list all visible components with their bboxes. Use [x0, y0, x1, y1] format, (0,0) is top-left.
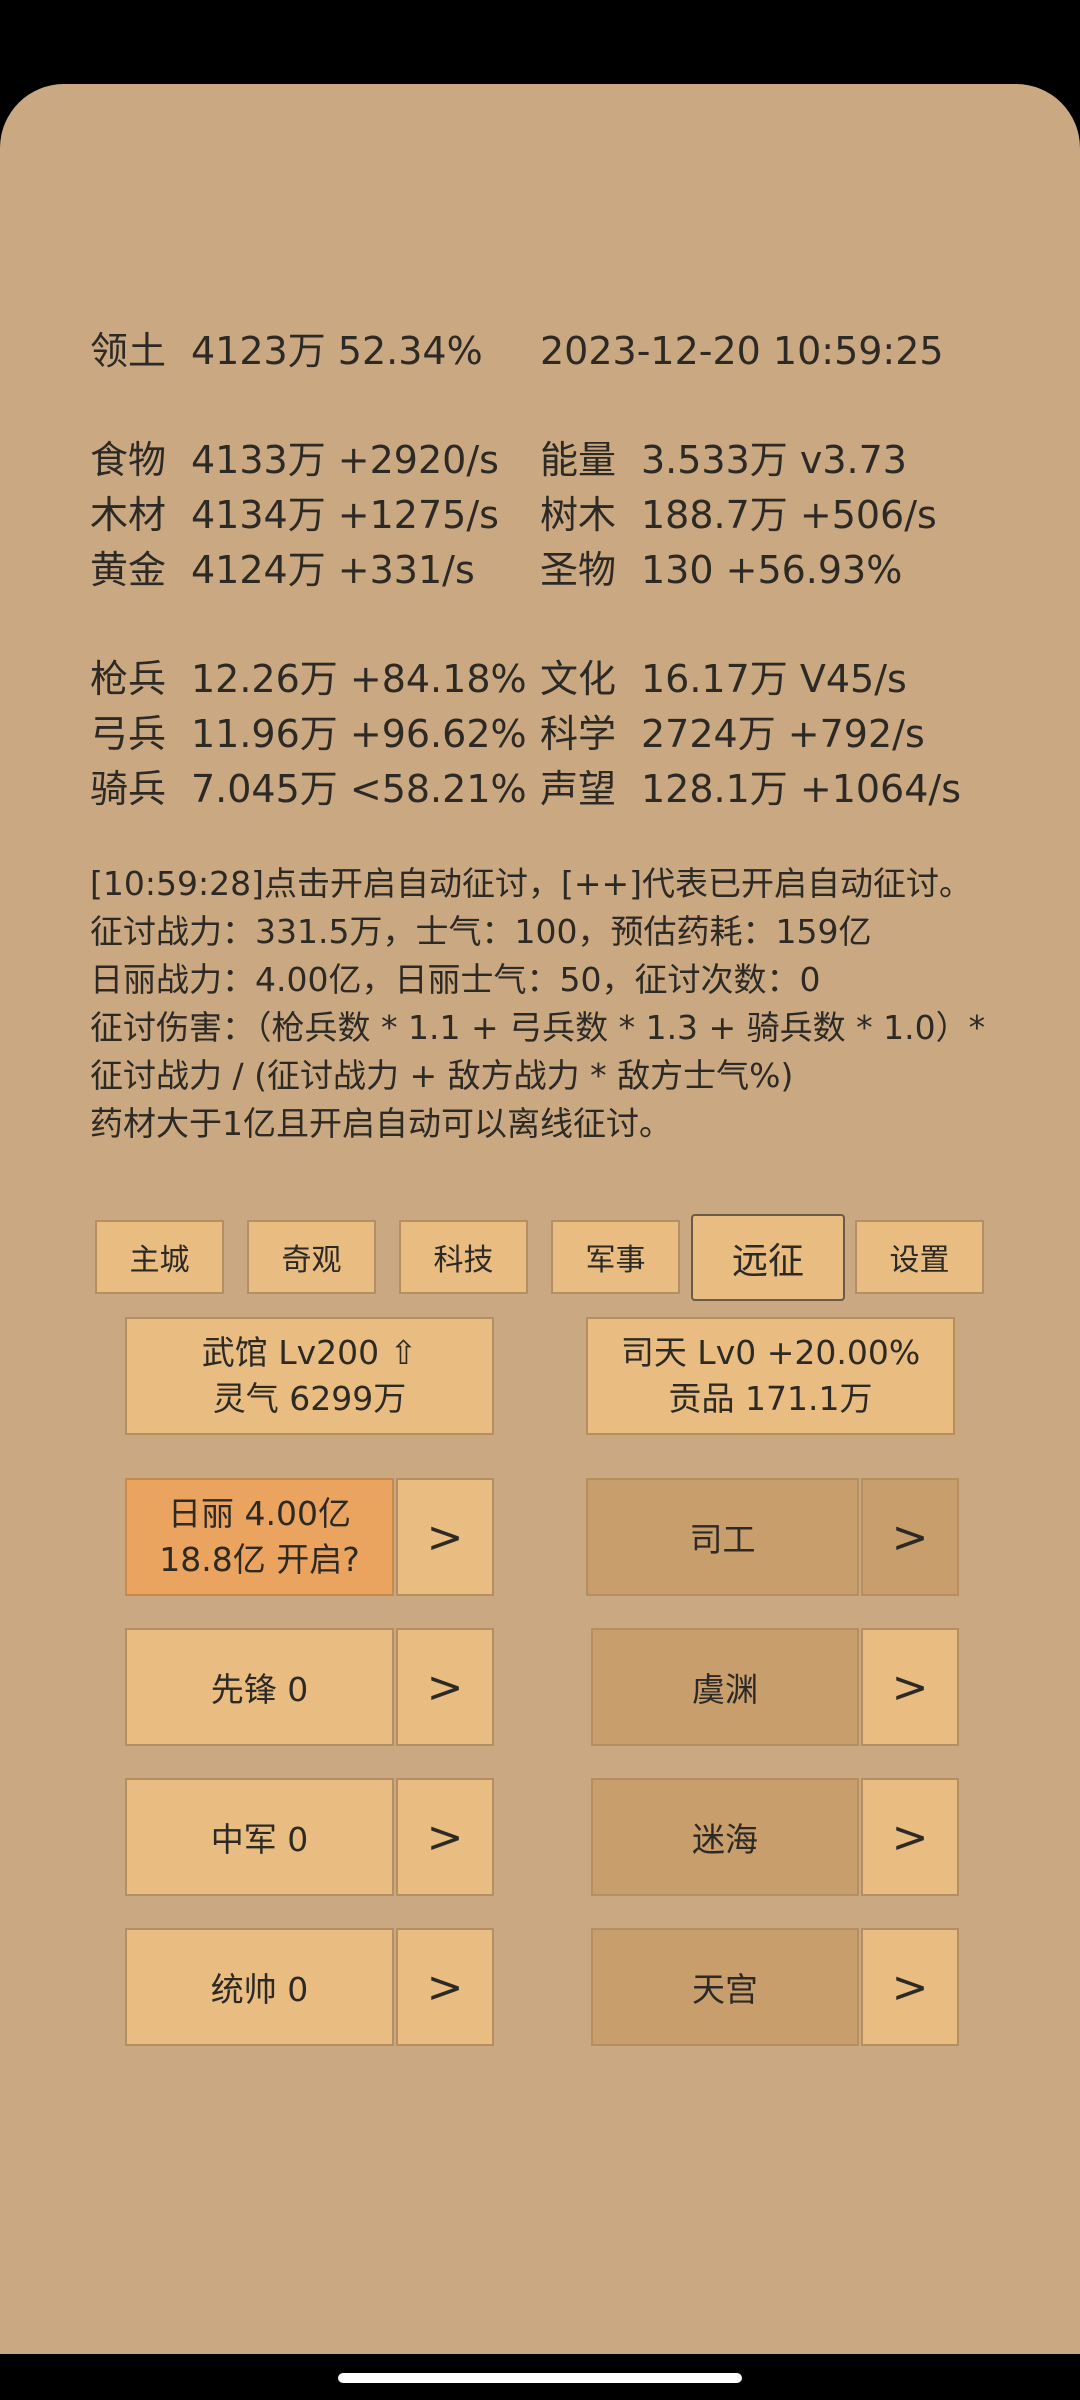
- tab-main-city[interactable]: 主城: [95, 1220, 224, 1294]
- stat-row-territory: 领土 4123万 52.34%: [90, 324, 483, 379]
- tab-wonders[interactable]: 奇观: [247, 1220, 376, 1294]
- science-label: 科学: [540, 712, 617, 756]
- info-line: [10:59:28]点击开启自动征讨，[++]代表已开启自动征讨。: [90, 864, 973, 903]
- wood-label: 木材: [90, 493, 167, 537]
- datetime-display: 2023-12-20 10:59:25: [540, 329, 944, 373]
- stat-row-spear: 枪兵 12.26万 +84.18%: [90, 652, 527, 707]
- stat-row-cavalry: 骑兵 7.045万 <58.21%: [90, 762, 527, 817]
- sitian-resource: 贡品 171.1万: [668, 1379, 873, 1418]
- prestige-value: 128.1万 +1064/s: [641, 767, 962, 811]
- cavalry-value: 7.045万 <58.21%: [191, 767, 527, 811]
- game-screen: 领土 4123万 52.34% 2023-12-20 10:59:25 食物 413…: [0, 84, 1080, 2354]
- sitian-level: 司天 Lv0 +20.00%: [620, 1333, 921, 1372]
- sitian-upgrade-button[interactable]: 司天 Lv0 +20.00% 贡品 171.1万: [586, 1317, 955, 1435]
- expedition-info: [10:59:28]点击开启自动征讨，[++]代表已开启自动征讨。 征讨战力：3…: [90, 860, 1020, 1148]
- wood-value: 4134万 +1275/s: [191, 493, 499, 537]
- stat-trees: 树木 188.7万 +506/s: [540, 488, 937, 543]
- mihai-arrow-button[interactable]: >: [861, 1778, 959, 1896]
- rili-arrow-button[interactable]: >: [396, 1478, 494, 1596]
- commander-button[interactable]: 统帅 0: [125, 1928, 394, 2046]
- relic-value: 130 +56.93%: [641, 548, 903, 592]
- vanguard-button[interactable]: 先锋 0: [125, 1628, 394, 1746]
- culture-label: 文化: [540, 657, 617, 701]
- stat-prestige: 声望 128.1万 +1064/s: [540, 762, 961, 817]
- yuyuan-arrow-button[interactable]: >: [861, 1628, 959, 1746]
- gold-label: 黄金: [90, 548, 167, 592]
- spear-label: 枪兵: [90, 657, 167, 701]
- stat-science: 科学 2724万 +792/s: [540, 707, 925, 762]
- yuyuan-button[interactable]: 虞渊: [591, 1628, 859, 1746]
- home-indicator[interactable]: [338, 2373, 742, 2383]
- central-army-button[interactable]: 中军 0: [125, 1778, 394, 1896]
- tab-expedition[interactable]: 远征: [691, 1214, 845, 1301]
- info-line: 征讨战力：331.5万，士气：100，预估药耗：159亿: [90, 912, 872, 951]
- stat-relic: 圣物 130 +56.93%: [540, 543, 902, 598]
- rili-toggle-text: 18.8亿 开启?: [159, 1540, 360, 1579]
- commander-arrow-button[interactable]: >: [396, 1928, 494, 2046]
- tiangong-button[interactable]: 天宫: [591, 1928, 859, 2046]
- spear-value: 12.26万 +84.18%: [191, 657, 527, 701]
- info-line: 药材大于1亿且开启自动可以离线征讨。: [90, 1104, 672, 1143]
- stat-energy: 能量 3.533万 v3.73: [540, 433, 907, 488]
- rili-expedition-button[interactable]: 日丽 4.00亿 18.8亿 开启?: [125, 1478, 394, 1596]
- gold-value: 4124万 +331/s: [191, 548, 475, 592]
- territory-value: 4123万 52.34%: [191, 329, 483, 373]
- central-army-arrow-button[interactable]: >: [396, 1778, 494, 1896]
- trees-label: 树木: [540, 493, 617, 537]
- tiangong-arrow-button[interactable]: >: [861, 1928, 959, 2046]
- info-line: 征讨战力 / (征讨战力 + 敌方战力 * 敌方士气%): [90, 1056, 794, 1095]
- prestige-label: 声望: [540, 767, 617, 811]
- relic-label: 圣物: [540, 548, 617, 592]
- territory-label: 领土: [90, 329, 167, 373]
- science-value: 2724万 +792/s: [641, 712, 925, 756]
- tab-settings[interactable]: 设置: [855, 1220, 984, 1294]
- wuguan-resource: 灵气 6299万: [212, 1379, 407, 1418]
- stat-row-wood: 木材 4134万 +1275/s: [90, 488, 499, 543]
- tab-military[interactable]: 军事: [551, 1220, 680, 1294]
- energy-value: 3.533万 v3.73: [641, 438, 907, 482]
- archer-label: 弓兵: [90, 712, 167, 756]
- culture-value: 16.17万 V45/s: [641, 657, 907, 701]
- stat-row-gold: 黄金 4124万 +331/s: [90, 543, 475, 598]
- wuguan-upgrade-button[interactable]: 武馆 Lv200 ⇧ 灵气 6299万: [125, 1317, 494, 1435]
- stat-row-food: 食物 4133万 +2920/s: [90, 433, 499, 488]
- sigong-arrow-button[interactable]: >: [861, 1478, 959, 1596]
- rili-power: 日丽 4.00亿: [168, 1494, 351, 1533]
- stat-culture: 文化 16.17万 V45/s: [540, 652, 907, 707]
- archer-value: 11.96万 +96.62%: [191, 712, 527, 756]
- food-value: 4133万 +2920/s: [191, 438, 499, 482]
- energy-label: 能量: [540, 438, 617, 482]
- stat-row-archer: 弓兵 11.96万 +96.62%: [90, 707, 527, 762]
- mihai-button[interactable]: 迷海: [591, 1778, 859, 1896]
- info-line: 征讨伤害：（枪兵数 * 1.1 + 弓兵数 * 1.3 + 骑兵数 * 1.0）…: [90, 1008, 986, 1047]
- cavalry-label: 骑兵: [90, 767, 167, 811]
- vanguard-arrow-button[interactable]: >: [396, 1628, 494, 1746]
- info-line: 日丽战力：4.00亿，日丽士气：50，征讨次数：0: [90, 960, 821, 999]
- trees-value: 188.7万 +506/s: [641, 493, 937, 537]
- food-label: 食物: [90, 438, 167, 482]
- sigong-button[interactable]: 司工: [586, 1478, 859, 1596]
- wuguan-level: 武馆 Lv200 ⇧: [201, 1333, 418, 1372]
- tab-technology[interactable]: 科技: [399, 1220, 528, 1294]
